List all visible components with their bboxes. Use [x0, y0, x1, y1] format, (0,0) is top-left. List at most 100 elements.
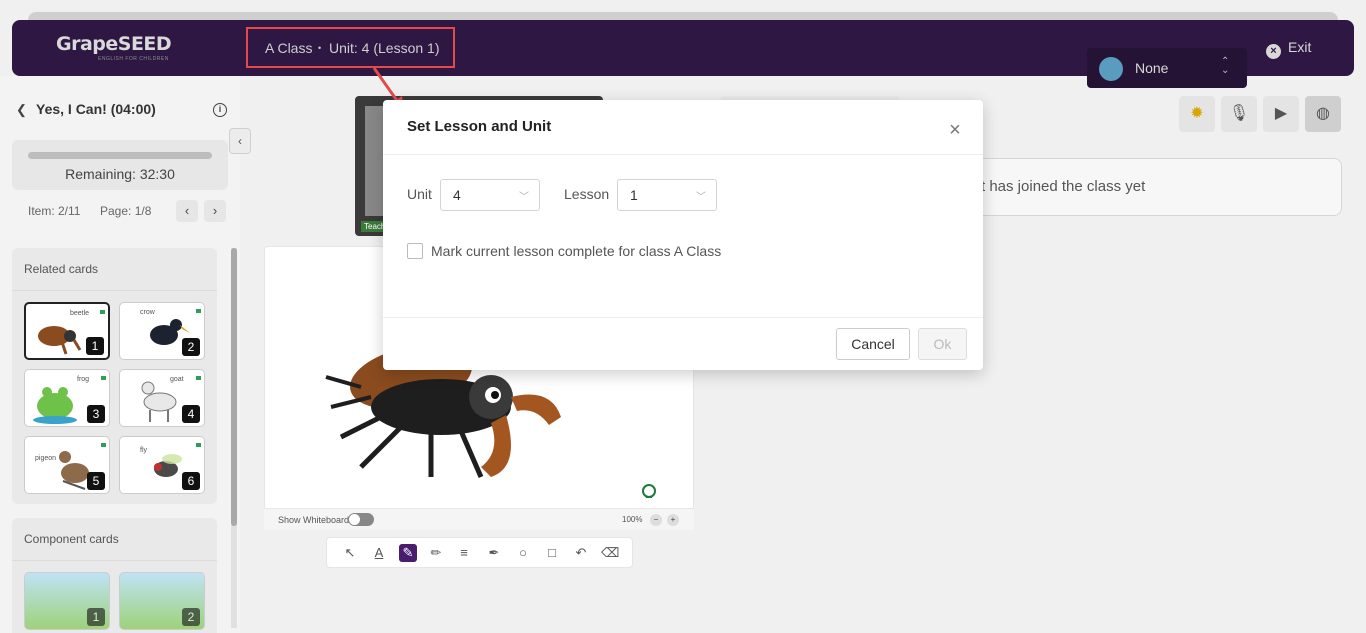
- circle-icon[interactable]: ○: [514, 544, 532, 562]
- goat-picture: [141, 381, 177, 422]
- component-cards-title: Component cards: [24, 532, 119, 546]
- card-number: 1: [87, 608, 105, 626]
- prev-page-button[interactable]: ‹: [176, 200, 198, 222]
- remaining-text: Remaining: 32:30: [65, 166, 175, 182]
- card-word: pigeon: [35, 455, 57, 462]
- user-name: None: [1135, 60, 1169, 76]
- divider: [383, 317, 983, 318]
- card-flag: [100, 310, 105, 314]
- related-card[interactable]: beetle 1: [24, 302, 110, 360]
- divider: [12, 560, 217, 561]
- component-card[interactable]: 2: [119, 572, 205, 630]
- card-word: beetle: [70, 310, 90, 317]
- sun-icon[interactable]: ✹: [1179, 96, 1215, 132]
- logo-tagline: ENGLISH FOR CHILDREN: [98, 56, 169, 62]
- card-flag: [196, 376, 201, 380]
- remaining-progress-bar: [28, 152, 212, 159]
- chevron-down-icon: ﹀: [519, 192, 529, 203]
- top-bar: GrapeSEED ENGLISH FOR CHILDREN None ⌃ ⌄ ×…: [12, 20, 1354, 88]
- microphone-icon[interactable]: 🎙: [1221, 96, 1257, 132]
- status-text: t has joined the class yet: [981, 178, 1146, 195]
- pointer-icon[interactable]: ↖: [341, 544, 359, 562]
- info-icon[interactable]: i: [213, 103, 227, 117]
- sidebar: ❮ Yes, I Can! (04:00) i Remaining: 32:30…: [0, 76, 240, 633]
- card-number: 2: [182, 338, 200, 356]
- related-card[interactable]: frog 3: [24, 369, 110, 427]
- zoom-level: 100%: [622, 515, 643, 524]
- card-number: 6: [182, 472, 200, 490]
- remaining-timer: Remaining: 32:30: [12, 140, 228, 190]
- card-flag: [101, 443, 106, 447]
- zoom-out-icon[interactable]: −: [650, 514, 662, 526]
- sidebar-scroll-thumb[interactable]: [231, 248, 237, 526]
- lesson-label: Lesson: [564, 186, 610, 202]
- class-unit-breadcrumb[interactable]: A Class • Unit: 4 (Lesson 1): [246, 27, 455, 68]
- avatar: [1099, 57, 1123, 81]
- mark-complete-checkbox[interactable]: [407, 243, 423, 259]
- component-card[interactable]: 1: [24, 572, 110, 630]
- card-number: 4: [182, 405, 200, 423]
- card-number: 5: [87, 472, 105, 490]
- zoom-in-icon[interactable]: +: [667, 514, 679, 526]
- related-card[interactable]: crow 2: [119, 302, 205, 360]
- card-flag: [196, 309, 201, 313]
- related-card[interactable]: goat 4: [119, 369, 205, 427]
- component-cards-panel: Component cards 1 2: [12, 518, 217, 633]
- ok-button[interactable]: Ok: [918, 328, 967, 360]
- whiteboard-label: Show Whiteboard: [278, 515, 350, 525]
- breadcrumb-separator: •: [318, 43, 322, 53]
- globe-icon[interactable]: ◍: [1305, 96, 1341, 132]
- divider: [12, 290, 217, 291]
- whiteboard-toggle[interactable]: [348, 513, 374, 526]
- related-card[interactable]: pigeon 5: [24, 436, 110, 494]
- line-width-icon[interactable]: ≡: [455, 544, 473, 562]
- related-card[interactable]: fly 6: [119, 436, 205, 494]
- card-number: 2: [182, 608, 200, 626]
- exit-button[interactable]: × Exit: [1266, 39, 1312, 59]
- page-counter: Page: 1/8: [100, 204, 152, 218]
- card-flag: [101, 376, 106, 380]
- card-flag: [196, 443, 201, 447]
- close-circle-icon: ×: [1266, 44, 1281, 59]
- user-selector[interactable]: None ⌃ ⌄: [1087, 48, 1247, 88]
- unit-value: 4: [453, 187, 461, 203]
- next-page-button[interactable]: ›: [204, 200, 226, 222]
- card-number: 3: [87, 405, 105, 423]
- set-lesson-dialog: Set Lesson and Unit × Unit 4 ﹀ Lesson 1 …: [383, 100, 983, 370]
- color-pen-icon[interactable]: ✒: [485, 544, 503, 562]
- card-footer: Show Whiteboard 100% − +: [264, 508, 694, 530]
- chevron-updown-icon: ⌃ ⌄: [1221, 56, 1230, 76]
- unit-select[interactable]: 4 ﹀: [440, 179, 540, 211]
- eraser-icon[interactable]: ⌫: [601, 544, 619, 562]
- marker-icon[interactable]: ✎: [399, 544, 417, 562]
- lesson-select[interactable]: 1 ﹀: [617, 179, 717, 211]
- divider: [383, 154, 983, 155]
- back-arrow-icon[interactable]: ❮: [16, 102, 27, 118]
- beetle-picture: [38, 326, 82, 355]
- pencil-icon[interactable]: ✏: [427, 544, 445, 562]
- class-name: A Class: [265, 40, 313, 56]
- unit-label: Unit: [407, 186, 432, 202]
- undo-icon[interactable]: ↶: [572, 544, 590, 562]
- text-icon[interactable]: A: [370, 544, 388, 562]
- unit-lesson-text: Unit: 4 (Lesson 1): [329, 40, 440, 56]
- whiteboard-toolbar: ↖ A ✎ ✏ ≡ ✒ ○ □ ↶ ⌫: [326, 537, 633, 568]
- card-number: 1: [86, 337, 104, 355]
- close-icon[interactable]: ×: [945, 119, 965, 141]
- mark-complete-label[interactable]: Mark current lesson complete for class A…: [431, 243, 721, 259]
- collapse-sidebar-button[interactable]: ‹: [229, 128, 251, 154]
- related-cards-title: Related cards: [24, 262, 99, 276]
- exit-label: Exit: [1288, 39, 1312, 55]
- lesson-value: 1: [630, 187, 638, 203]
- camera-icon[interactable]: ▶: [1263, 96, 1299, 132]
- frog-picture: [33, 387, 77, 424]
- cancel-button[interactable]: Cancel: [836, 328, 910, 360]
- brand-mark-icon: [642, 484, 656, 498]
- activity-title: Yes, I Can! (04:00): [36, 101, 156, 117]
- chevron-down-icon: ﹀: [696, 192, 706, 203]
- related-cards-panel: Related cards beetle 1 crow 2 frog 3 goa…: [12, 248, 217, 504]
- dialog-title: Set Lesson and Unit: [407, 118, 552, 135]
- grapeseed-logo: GrapeSEED: [56, 33, 172, 55]
- rectangle-icon[interactable]: □: [543, 544, 561, 562]
- item-counter: Item: 2/11: [28, 204, 81, 218]
